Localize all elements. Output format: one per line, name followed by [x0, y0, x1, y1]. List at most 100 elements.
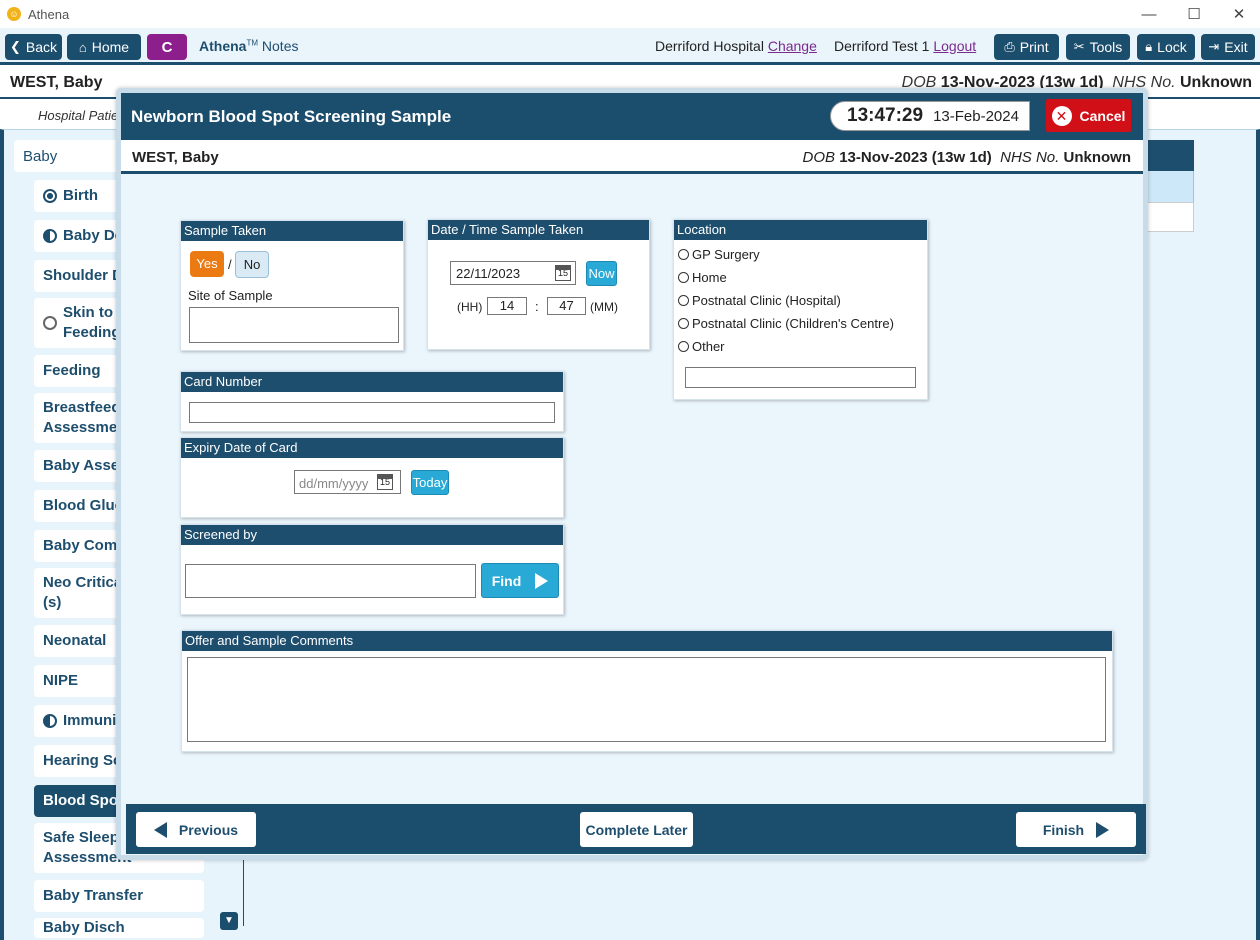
modal-title: Newborn Blood Spot Screening Sample: [131, 107, 452, 126]
sidebar-item-label: Feeding: [43, 362, 101, 379]
arrow-right-icon: [535, 572, 549, 589]
radio-icon[interactable]: [678, 249, 689, 260]
sidebar-scroll-track: [243, 860, 244, 926]
site-of-sample-label: Site of Sample: [188, 288, 273, 303]
location-option[interactable]: Postnatal Clinic (Hospital): [678, 293, 841, 308]
scroll-down-icon[interactable]: ▼: [220, 912, 238, 930]
print-button[interactable]: ⎙ Print: [994, 34, 1059, 60]
find-button[interactable]: Find: [481, 563, 559, 598]
minute-input[interactable]: 47: [547, 297, 586, 315]
hospital-info: Derriford Hospital Change: [655, 38, 817, 54]
sidebar-item-label: Breastfeedi Assessmen: [43, 399, 127, 436]
location-other-input[interactable]: [685, 367, 916, 388]
modal-header: Newborn Blood Spot Screening Sample 13:4…: [121, 93, 1143, 140]
status-circle-icon: [43, 189, 57, 203]
change-hospital-link[interactable]: Change: [768, 38, 817, 54]
now-button[interactable]: Now: [586, 261, 617, 286]
cancel-button[interactable]: ✕ Cancel: [1046, 99, 1131, 132]
modal-clock: 13:47:29 13-Feb-2024: [830, 101, 1030, 131]
modal-patient-banner: WEST, Baby DOB 13-Nov-2023 (13w 1d) NHS …: [121, 140, 1143, 174]
location-option[interactable]: Other: [678, 339, 725, 354]
site-of-sample-input[interactable]: [189, 307, 399, 343]
logout-link[interactable]: Logout: [933, 38, 976, 54]
status-circle-icon: [43, 316, 57, 330]
calendar-icon[interactable]: 15: [555, 265, 571, 281]
card-number-input[interactable]: [189, 402, 555, 423]
window-titlebar: ☺ Athena — ☐ ✕: [0, 0, 1260, 28]
sidebar-item-label: Blood Gluc: [43, 497, 123, 514]
sidebar-item[interactable]: Baby Disch: [34, 918, 204, 938]
datetime-title: Date / Time Sample Taken: [428, 220, 649, 240]
calendar-icon[interactable]: 15: [377, 474, 393, 490]
sidebar-item[interactable]: Baby Transfer: [34, 880, 204, 912]
tools-button[interactable]: ✂ Tools: [1066, 34, 1130, 60]
location-panel: Location GP Surgery Home Postnatal Clinic …: [673, 219, 928, 400]
sidebar-item-label: Neonatal: [43, 632, 107, 649]
no-button[interactable]: No: [235, 251, 269, 278]
status-circle-icon: [43, 714, 57, 728]
window-title: Athena: [28, 6, 70, 22]
location-option[interactable]: Postnatal Clinic (Children's Centre): [678, 316, 894, 331]
lock-icon: 🔒︎: [1145, 39, 1153, 54]
expiry-title: Expiry Date of Card: [181, 438, 563, 458]
minimize-icon[interactable]: —: [1126, 0, 1172, 28]
modal-patient-name: WEST, Baby: [132, 149, 219, 166]
sample-taken-panel: Sample Taken Yes / No Site of Sample: [180, 220, 404, 351]
radio-icon[interactable]: [678, 272, 689, 283]
clock-date: 13-Feb-2024: [933, 107, 1019, 125]
location-option[interactable]: GP Surgery: [678, 247, 760, 262]
printer-icon: ⎙: [1004, 39, 1015, 54]
chevron-left-icon: ❮: [9, 39, 21, 54]
hour-input[interactable]: 14: [487, 297, 527, 315]
expiry-date-input[interactable]: dd/mm/yyyy 15: [294, 470, 401, 494]
sidebar-item-label: Hearing Sc: [43, 752, 122, 769]
date-taken-input[interactable]: 22/11/2023 15: [450, 261, 576, 285]
radio-icon[interactable]: [678, 295, 689, 306]
complete-later-button[interactable]: Complete Later: [580, 812, 693, 847]
location-title: Location: [674, 220, 927, 240]
exit-button[interactable]: ⇥ Exit: [1201, 34, 1255, 60]
modal-patient-details: DOB 13-Nov-2023 (13w 1d) NHS No. Unknown: [802, 149, 1131, 166]
comments-textarea[interactable]: [187, 657, 1106, 742]
radio-icon[interactable]: [678, 318, 689, 329]
close-circle-icon: ✕: [1051, 105, 1072, 126]
screened-by-input[interactable]: [185, 564, 476, 598]
sidebar-item-label: Neo Critica (s): [43, 574, 123, 611]
sidebar-item-label: Baby Asses: [43, 457, 128, 474]
app-name: AthenaTM Notes: [199, 38, 299, 54]
maximize-icon[interactable]: ☐: [1171, 0, 1217, 28]
sidebar-item-label: Baby De: [63, 227, 124, 244]
arrow-right-icon: [1096, 821, 1110, 838]
datetime-panel: Date / Time Sample Taken 22/11/2023 15 N…: [427, 219, 650, 350]
modal-footer: Previous Complete Later Finish: [126, 804, 1146, 854]
screened-by-title: Screened by: [181, 525, 563, 545]
expiry-panel: Expiry Date of Card dd/mm/yyyy 15 Today: [180, 437, 564, 518]
sidebar-item-label: Blood Spot: [43, 792, 123, 809]
user-info: Derriford Test 1 Logout: [834, 38, 977, 54]
close-window-icon[interactable]: ✕: [1216, 0, 1260, 28]
c-button[interactable]: C: [147, 34, 187, 60]
card-number-panel: Card Number: [180, 371, 564, 432]
main-toolbar: ❮ Back ⌂ Home C AthenaTM Notes Derriford H…: [0, 28, 1260, 65]
sidebar-item-label: Baby Disch: [43, 919, 125, 936]
yes-button[interactable]: Yes: [190, 251, 224, 277]
home-button[interactable]: ⌂ Home: [67, 34, 141, 60]
sidebar-item-label: NIPE: [43, 672, 79, 689]
arrow-left-icon: [153, 821, 167, 838]
home-icon: ⌂: [78, 39, 87, 55]
back-button[interactable]: ❮ Back: [5, 34, 62, 60]
tools-icon: ✂: [1073, 39, 1085, 54]
lock-button[interactable]: 🔒︎ Lock: [1137, 34, 1195, 60]
previous-button[interactable]: Previous: [136, 812, 256, 847]
card-number-title: Card Number: [181, 372, 563, 392]
radio-icon[interactable]: [678, 341, 689, 352]
sample-taken-title: Sample Taken: [181, 221, 403, 241]
comments-panel: Offer and Sample Comments: [181, 630, 1113, 752]
comments-title: Offer and Sample Comments: [182, 631, 1112, 651]
finish-button[interactable]: Finish: [1016, 812, 1136, 847]
athena-logo-icon: ☺: [7, 7, 21, 21]
today-button[interactable]: Today: [411, 470, 449, 495]
sidebar-item-label: Birth: [63, 187, 98, 204]
location-option[interactable]: Home: [678, 270, 727, 285]
sidebar-item-label: Baby Transfer: [43, 887, 144, 904]
